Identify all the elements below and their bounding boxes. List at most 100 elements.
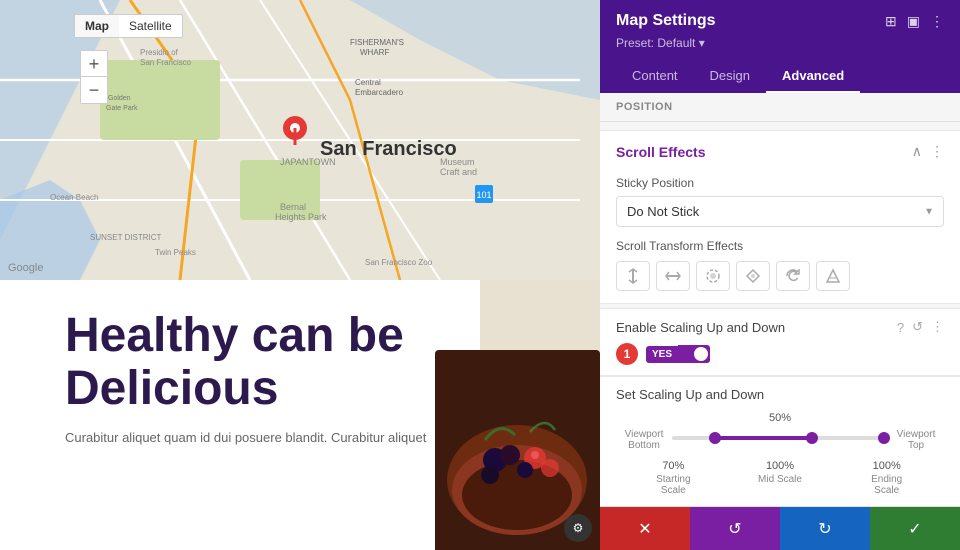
reset-icon[interactable]: ↺ bbox=[912, 319, 923, 335]
slider-fill bbox=[715, 436, 812, 440]
zoom-in-button[interactable]: + bbox=[81, 51, 107, 77]
svg-text:FISHERMAN'S: FISHERMAN'S bbox=[350, 38, 404, 47]
scroll-effects-section: Scroll Effects ∧ ⋮ Sticky Position Do No… bbox=[600, 130, 960, 304]
map-type-buttons[interactable]: Map Satellite bbox=[74, 14, 183, 38]
svg-text:Heights Park: Heights Park bbox=[275, 212, 327, 222]
scaling-title: Set Scaling Up and Down bbox=[616, 387, 944, 402]
svg-text:San Francisco Zoo: San Francisco Zoo bbox=[365, 258, 433, 267]
toggle-switch[interactable] bbox=[678, 345, 710, 363]
scroll-effects-title: Scroll Effects bbox=[616, 144, 705, 160]
position-label: POSITION bbox=[600, 93, 960, 122]
cancel-button[interactable]: ✕ bbox=[600, 507, 690, 550]
fade-btn[interactable] bbox=[696, 261, 730, 291]
svg-text:101: 101 bbox=[476, 190, 491, 200]
scaling-section: Set Scaling Up and Down 50% ViewportBott… bbox=[600, 376, 960, 506]
settings-panel: Map Settings ⊞ ▣ ⋮ Preset: Default ▾ Con… bbox=[600, 0, 960, 550]
horizontal-motion-btn[interactable] bbox=[656, 261, 690, 291]
sticky-position-label: Sticky Position bbox=[616, 176, 944, 190]
more-options-icon[interactable]: ⋮ bbox=[930, 13, 944, 30]
enable-scaling-section: Enable Scaling Up and Down ? ↺ ⋮ 1 YES bbox=[600, 308, 960, 376]
svg-text:Gate Park: Gate Park bbox=[106, 105, 138, 112]
sticky-position-select-wrapper: Do Not Stick Stick to Top Stick to Botto… bbox=[616, 196, 944, 227]
zoom-out-button[interactable]: − bbox=[81, 77, 107, 103]
map-type-satellite[interactable]: Satellite bbox=[119, 15, 182, 37]
panel-title-icons: ⊞ ▣ ⋮ bbox=[885, 13, 944, 30]
map-zoom-controls: + − bbox=[80, 50, 108, 104]
scale-values-row: 70% StartingScale 100% Mid Scale 100% En… bbox=[620, 456, 940, 496]
sticky-position-group: Sticky Position Do Not Stick Stick to To… bbox=[600, 172, 960, 239]
content-area: Healthy can beDelicious Curabitur alique… bbox=[0, 280, 480, 550]
map-area: Presidio of San Francisco Golden Gate Pa… bbox=[0, 0, 600, 550]
panel-header: Map Settings ⊞ ▣ ⋮ Preset: Default ▾ Con… bbox=[600, 0, 960, 93]
svg-text:Craft and: Craft and bbox=[440, 167, 477, 177]
undo-button[interactable]: ↺ bbox=[690, 507, 780, 550]
slider-thumb-end[interactable] bbox=[878, 432, 890, 444]
enable-scaling-row: Enable Scaling Up and Down ? ↺ ⋮ bbox=[616, 319, 944, 335]
scaling-slider[interactable] bbox=[672, 426, 888, 450]
enable-controls: ? ↺ ⋮ bbox=[897, 319, 944, 335]
svg-text:Bernal: Bernal bbox=[280, 202, 306, 212]
ending-scale-pct: 100% bbox=[873, 460, 901, 472]
help-icon[interactable]: ? bbox=[897, 320, 904, 335]
panel-preset[interactable]: Preset: Default ▾ bbox=[616, 36, 944, 50]
ending-scale-item: 100% EndingScale bbox=[833, 456, 940, 496]
scroll-effects-header: Scroll Effects ∧ ⋮ bbox=[600, 131, 960, 172]
tab-content[interactable]: Content bbox=[616, 60, 694, 93]
svg-text:Embarcadero: Embarcadero bbox=[355, 88, 404, 97]
slider-midpoint-label: 50% bbox=[620, 412, 940, 424]
transform-label: Scroll Transform Effects bbox=[616, 239, 944, 253]
ending-scale-label: EndingScale bbox=[833, 474, 940, 496]
map-type-map[interactable]: Map bbox=[75, 15, 119, 37]
svg-text:WHARF: WHARF bbox=[360, 48, 389, 57]
svg-text:San Francisco: San Francisco bbox=[320, 138, 457, 160]
transform-icons-row bbox=[616, 261, 944, 291]
enable-scaling-label: Enable Scaling Up and Down bbox=[616, 320, 785, 335]
vertical-motion-btn[interactable] bbox=[616, 261, 650, 291]
svg-text:San Francisco: San Francisco bbox=[140, 58, 192, 67]
toggle-group[interactable]: YES bbox=[646, 345, 710, 363]
split-icon[interactable]: ▣ bbox=[907, 13, 920, 30]
step-badge: 1 bbox=[616, 343, 638, 365]
corner-settings-icon[interactable]: ⚙ bbox=[564, 514, 592, 542]
mid-scale-item: 100% Mid Scale bbox=[727, 456, 834, 485]
opacity-btn[interactable] bbox=[816, 261, 850, 291]
fullscreen-icon[interactable]: ⊞ bbox=[885, 13, 897, 30]
slider-area: 50% ViewportBottom ViewportTo bbox=[616, 412, 944, 496]
viewport-top-label: ViewportTop bbox=[892, 429, 940, 451]
redo-button[interactable]: ↻ bbox=[780, 507, 870, 550]
starting-scale-pct: 70% bbox=[662, 460, 684, 472]
slider-track bbox=[672, 436, 888, 440]
tab-advanced[interactable]: Advanced bbox=[766, 60, 860, 93]
panel-footer: ✕ ↺ ↻ ✓ bbox=[600, 506, 960, 550]
save-button[interactable]: ✓ bbox=[870, 507, 960, 550]
sticky-position-select[interactable]: Do Not Stick Stick to Top Stick to Botto… bbox=[616, 196, 944, 227]
viewport-bottom-label: ViewportBottom bbox=[620, 429, 668, 451]
svg-text:Ocean Beach: Ocean Beach bbox=[50, 193, 98, 202]
collapse-icon[interactable]: ∧ bbox=[912, 143, 922, 160]
enable-more-icon[interactable]: ⋮ bbox=[931, 319, 944, 335]
panel-tabs: Content Design Advanced bbox=[616, 60, 944, 93]
tab-design[interactable]: Design bbox=[694, 60, 766, 93]
toggle-knob bbox=[694, 347, 708, 361]
slider-thumb-start[interactable] bbox=[709, 432, 721, 444]
google-logo: Google bbox=[8, 262, 43, 274]
starting-scale-label: StartingScale bbox=[620, 474, 727, 496]
svg-text:Central: Central bbox=[355, 78, 381, 87]
svg-text:Golden: Golden bbox=[108, 95, 131, 102]
mid-scale-label: Mid Scale bbox=[727, 474, 834, 485]
rotate-btn[interactable] bbox=[776, 261, 810, 291]
map-background: Presidio of San Francisco Golden Gate Pa… bbox=[0, 0, 600, 280]
svg-text:Presidio of: Presidio of bbox=[140, 48, 179, 57]
svg-text:Twin Peaks: Twin Peaks bbox=[155, 248, 196, 257]
blur-btn[interactable] bbox=[736, 261, 770, 291]
panel-body: POSITION Scroll Effects ∧ ⋮ Sticky Posit… bbox=[600, 93, 960, 506]
starting-scale-item: 70% StartingScale bbox=[620, 456, 727, 496]
transform-section: Scroll Transform Effects bbox=[600, 239, 960, 303]
panel-title: Map Settings bbox=[616, 12, 716, 30]
section-more-icon[interactable]: ⋮ bbox=[930, 143, 944, 160]
content-body: Curabitur aliquet quam id dui posuere bl… bbox=[65, 428, 450, 448]
content-title: Healthy can beDelicious bbox=[65, 310, 450, 416]
slider-thumb-mid[interactable] bbox=[806, 432, 818, 444]
svg-text:SUNSET DISTRICT: SUNSET DISTRICT bbox=[90, 233, 162, 242]
mid-scale-pct: 100% bbox=[766, 460, 794, 472]
